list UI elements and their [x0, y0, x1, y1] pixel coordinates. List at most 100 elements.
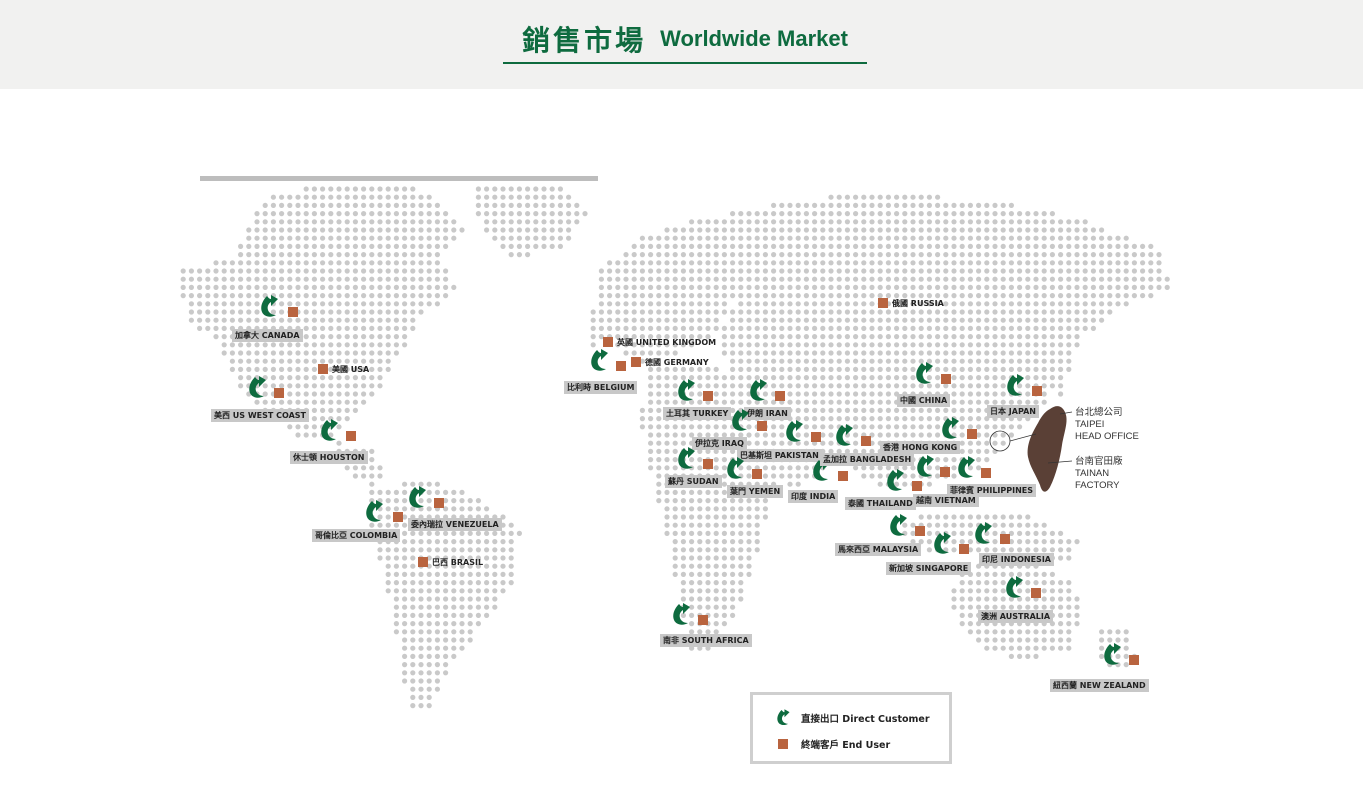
- hong-kong-direct-customer-icon: [939, 417, 961, 441]
- japan-end-user-marker: [1032, 386, 1042, 396]
- yemen-direct-customer-icon: [724, 457, 746, 481]
- malaysia-label: 馬來西亞 MALAYSIA: [835, 543, 922, 556]
- iraq-end-user-marker: [757, 421, 767, 431]
- new-zealand-end-user-marker: [1129, 655, 1139, 665]
- factory-en-line1: TAINAN: [1075, 468, 1110, 479]
- malaysia-direct-customer-icon: [887, 514, 909, 538]
- houston-end-user-marker: [346, 431, 356, 441]
- indonesia-label: 印尼 INDONESIA: [979, 553, 1054, 566]
- us-west-coast-label: 美西 US WEST COAST: [211, 409, 309, 422]
- philippines-end-user-marker: [981, 468, 991, 478]
- china-direct-customer-icon: [913, 362, 935, 386]
- factory-label: 台南官田廠 TAINAN FACTORY: [1075, 456, 1123, 492]
- indonesia-end-user-marker: [1000, 534, 1010, 544]
- germany-label: 德國 GERMANY: [645, 358, 709, 367]
- colombia-direct-customer-icon: [363, 500, 385, 524]
- usa-label: 美國 USA: [332, 365, 370, 374]
- head-office-en-line2: HEAD OFFICE: [1075, 431, 1139, 442]
- india-label: 印度 INDIA: [788, 490, 839, 503]
- singapore-direct-customer-icon: [931, 532, 953, 556]
- united-kingdom-end-user-marker: [603, 337, 613, 347]
- turkey-end-user-marker: [703, 391, 713, 401]
- iraq-direct-customer-icon: [729, 409, 751, 433]
- head-office-en-line1: TAIPEI: [1075, 419, 1105, 430]
- singapore-label: 新加坡 SINGAPORE: [886, 562, 972, 575]
- south-africa-direct-customer-icon: [670, 603, 692, 627]
- sudan-label: 蘇丹 SUDAN: [665, 475, 722, 488]
- south-africa-label: 南非 SOUTH AFRICA: [660, 634, 752, 647]
- head-office-label: 台北總公司 TAIPEI HEAD OFFICE: [1075, 407, 1139, 443]
- vietnam-direct-customer-icon: [914, 455, 936, 479]
- sudan-direct-customer-icon: [675, 447, 697, 471]
- indonesia-direct-customer-icon: [972, 522, 994, 546]
- philippines-label: 菲律賓 PHILIPPINES: [947, 484, 1037, 497]
- hong-kong-end-user-marker: [967, 429, 977, 439]
- singapore-end-user-marker: [959, 544, 969, 554]
- south-africa-end-user-marker: [698, 615, 708, 625]
- direct-customer-icon: [777, 709, 790, 726]
- bangladesh-end-user-marker: [861, 436, 871, 446]
- end-user-icon: [778, 739, 788, 749]
- top-gray-bar: [200, 176, 598, 181]
- iran-label: 伊朗 IRAN: [744, 407, 791, 420]
- brasil-label: 巴西 BRASIL: [432, 558, 484, 567]
- thailand-end-user-marker: [912, 481, 922, 491]
- legend-end-user: 終端客戶 End User: [775, 737, 890, 751]
- legend-direct-customer-label: 直接出口 Direct Customer: [801, 714, 930, 725]
- colombia-end-user-marker: [393, 512, 403, 522]
- taiwan-callout-circle: [989, 430, 1011, 452]
- factory-zh: 台南官田廠: [1075, 456, 1123, 467]
- belgium-end-user-marker: [616, 361, 626, 371]
- usa-end-user-marker: [318, 364, 328, 374]
- iran-end-user-marker: [775, 391, 785, 401]
- venezuela-end-user-marker: [434, 498, 444, 508]
- world-map: 加拿大 CANADA 美國 USA 美西 US WEST COAST 休士頓 HOUS…: [0, 89, 1363, 795]
- australia-label: 澳洲 AUSTRALIA: [978, 610, 1054, 623]
- legend-direct-customer: 直接出口 Direct Customer: [775, 709, 930, 727]
- colombia-label: 哥倫比亞 COLOMBIA: [312, 529, 401, 542]
- new-zealand-direct-customer-icon: [1101, 643, 1123, 667]
- thailand-label: 泰國 THAILAND: [845, 497, 916, 510]
- turkey-direct-customer-icon: [675, 379, 697, 403]
- venezuela-label: 委內瑞拉 VENEZUELA: [408, 518, 502, 531]
- brasil-end-user-marker: [418, 557, 428, 567]
- map-legend: 直接出口 Direct Customer 終端客戶 End User: [750, 692, 952, 764]
- head-office-zh: 台北總公司: [1075, 407, 1123, 418]
- factory-en-line2: FACTORY: [1075, 480, 1120, 491]
- canada-label: 加拿大 CANADA: [232, 329, 303, 342]
- india-end-user-marker: [838, 471, 848, 481]
- china-label: 中國 CHINA: [897, 394, 951, 407]
- houston-label: 休士頓 HOUSTON: [290, 451, 368, 464]
- sudan-end-user-marker: [703, 459, 713, 469]
- world-dot-map: [180, 176, 1170, 709]
- vietnam-end-user-marker: [940, 467, 950, 477]
- venezuela-direct-customer-icon: [406, 486, 428, 510]
- japan-direct-customer-icon: [1004, 374, 1026, 398]
- iran-direct-customer-icon: [747, 379, 769, 403]
- page-title: 銷售市場 Worldwide Market: [503, 20, 867, 64]
- yemen-end-user-marker: [752, 469, 762, 479]
- russia-label: 俄國 RUSSIA: [892, 299, 944, 308]
- new-zealand-label: 紐西蘭 NEW ZEALAND: [1050, 679, 1149, 692]
- australia-end-user-marker: [1031, 588, 1041, 598]
- hong-kong-label: 香港 HONG KONG: [880, 441, 961, 454]
- australia-direct-customer-icon: [1003, 576, 1025, 600]
- united-kingdom-label: 英國 UNITED KINGDOM: [617, 338, 717, 347]
- philippines-direct-customer-icon: [955, 456, 977, 480]
- yemen-label: 葉門 YEMEN: [727, 485, 784, 498]
- houston-direct-customer-icon: [318, 419, 340, 443]
- belgium-label: 比利時 BELGIUM: [564, 381, 638, 394]
- page-header: 銷售市場 Worldwide Market: [0, 0, 1363, 89]
- us-west-coast-direct-customer-icon: [246, 376, 268, 400]
- malaysia-end-user-marker: [915, 526, 925, 536]
- title-english: Worldwide Market: [660, 26, 848, 51]
- japan-label: 日本 JAPAN: [987, 405, 1039, 418]
- canada-direct-customer-icon: [258, 295, 280, 319]
- legend-end-user-label: 終端客戶 End User: [801, 740, 891, 751]
- taiwan-shape: [1027, 406, 1067, 492]
- pakistan-end-user-marker: [811, 432, 821, 442]
- belgium-direct-customer-icon: [588, 349, 610, 373]
- bangladesh-label: 孟加拉 BANGLADESH: [820, 453, 915, 466]
- pakistan-direct-customer-icon: [783, 420, 805, 444]
- bangladesh-direct-customer-icon: [833, 424, 855, 448]
